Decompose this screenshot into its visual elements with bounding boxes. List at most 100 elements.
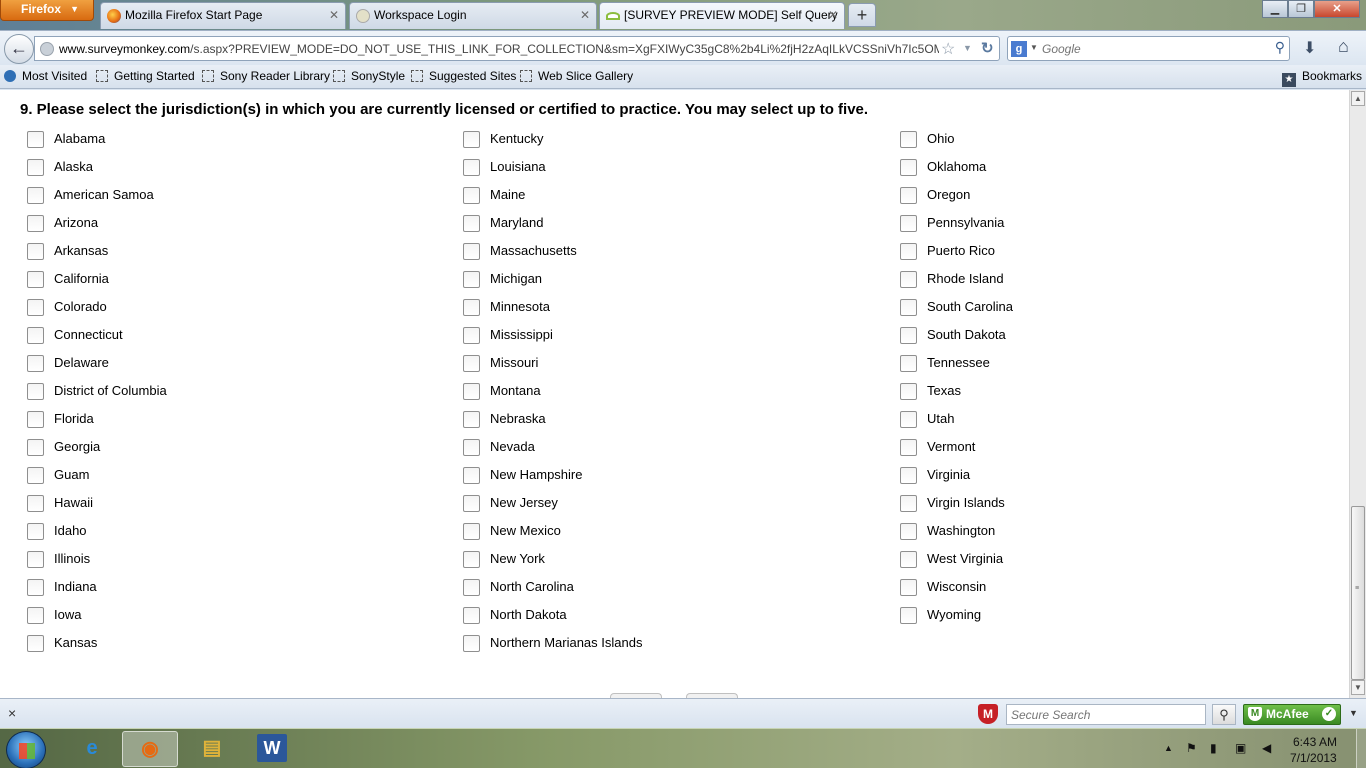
minimize-button[interactable]: ▁ bbox=[1262, 0, 1288, 18]
close-icon[interactable]: × bbox=[8, 705, 16, 721]
search-icon[interactable]: ⚲ bbox=[1212, 704, 1236, 725]
option-label[interactable]: New Mexico bbox=[490, 523, 561, 538]
option-label[interactable]: Hawaii bbox=[54, 495, 93, 510]
checkbox[interactable] bbox=[463, 467, 480, 484]
url-text[interactable]: www.surveymonkey.com/s.aspx?PREVIEW_MODE… bbox=[59, 42, 939, 56]
checkbox[interactable] bbox=[27, 159, 44, 176]
option-label[interactable]: Guam bbox=[54, 467, 89, 482]
tab-workspace-login[interactable]: Workspace Login ✕ bbox=[349, 2, 597, 29]
option-label[interactable]: New Hampshire bbox=[490, 467, 582, 482]
checkbox[interactable] bbox=[900, 131, 917, 148]
option-label[interactable]: Georgia bbox=[54, 439, 100, 454]
option-label[interactable]: Nevada bbox=[490, 439, 535, 454]
checkbox[interactable] bbox=[900, 159, 917, 176]
option-label[interactable]: Michigan bbox=[490, 271, 542, 286]
search-icon[interactable]: ⚲ bbox=[1275, 39, 1285, 56]
bookmark-web-slice-gallery[interactable]: Web Slice Gallery bbox=[520, 69, 633, 83]
checkbox[interactable] bbox=[900, 355, 917, 372]
option-label[interactable]: Louisiana bbox=[490, 159, 546, 174]
option-label[interactable]: Rhode Island bbox=[927, 271, 1004, 286]
restore-button[interactable]: ❐ bbox=[1288, 0, 1314, 18]
chevron-down-icon[interactable]: ▼ bbox=[1030, 43, 1038, 52]
checkbox[interactable] bbox=[463, 551, 480, 568]
option-label[interactable]: Arizona bbox=[54, 215, 98, 230]
checkbox[interactable] bbox=[27, 271, 44, 288]
action-center-flag-icon[interactable]: ⚑ bbox=[1186, 741, 1197, 755]
option-label[interactable]: Connecticut bbox=[54, 327, 123, 342]
option-label[interactable]: New Jersey bbox=[490, 495, 558, 510]
checkbox[interactable] bbox=[900, 467, 917, 484]
checkbox[interactable] bbox=[27, 187, 44, 204]
option-label[interactable]: Maryland bbox=[490, 215, 543, 230]
option-label[interactable]: Montana bbox=[490, 383, 541, 398]
option-label[interactable]: Pennsylvania bbox=[927, 215, 1004, 230]
option-label[interactable]: District of Columbia bbox=[54, 383, 167, 398]
checkbox[interactable] bbox=[27, 411, 44, 428]
option-label[interactable]: Massachusetts bbox=[490, 243, 577, 258]
close-tab-icon[interactable]: ✕ bbox=[329, 3, 339, 28]
bookmark-suggested-sites[interactable]: Suggested Sites bbox=[411, 69, 516, 83]
checkbox[interactable] bbox=[900, 495, 917, 512]
checkbox[interactable] bbox=[27, 607, 44, 624]
option-label[interactable]: Wyoming bbox=[927, 607, 981, 622]
download-icon[interactable]: ⬇ bbox=[1303, 38, 1316, 58]
checkbox[interactable] bbox=[27, 383, 44, 400]
checkbox[interactable] bbox=[463, 131, 480, 148]
tab-survey-preview[interactable]: [SURVEY PREVIEW MODE] Self Query ... ✕ bbox=[599, 2, 845, 47]
scroll-thumb[interactable]: ≡ bbox=[1351, 506, 1365, 680]
option-label[interactable]: Missouri bbox=[490, 355, 538, 370]
device-icon[interactable]: ▮ bbox=[1210, 741, 1217, 755]
bookmark-sonystyle[interactable]: SonyStyle bbox=[333, 69, 405, 83]
checkbox[interactable] bbox=[27, 523, 44, 540]
checkbox[interactable] bbox=[900, 299, 917, 316]
checkbox[interactable] bbox=[27, 635, 44, 652]
clock-date[interactable]: 7/1/2013 bbox=[1290, 751, 1337, 765]
checkbox[interactable] bbox=[463, 579, 480, 596]
bookmark-getting-started[interactable]: Getting Started bbox=[96, 69, 195, 83]
checkbox[interactable] bbox=[463, 383, 480, 400]
option-label[interactable]: California bbox=[54, 271, 109, 286]
vertical-scrollbar[interactable]: ▲ ≡ ▼ bbox=[1349, 90, 1366, 698]
show-desktop-button[interactable] bbox=[1356, 729, 1366, 768]
checkbox[interactable] bbox=[27, 327, 44, 344]
checkbox[interactable] bbox=[27, 131, 44, 148]
checkbox[interactable] bbox=[463, 243, 480, 260]
option-label[interactable]: South Dakota bbox=[927, 327, 1006, 342]
volume-icon[interactable]: ◀ bbox=[1262, 741, 1271, 755]
bookmark-most-visited[interactable]: Most Visited bbox=[4, 69, 87, 83]
checkbox[interactable] bbox=[463, 411, 480, 428]
option-label[interactable]: North Dakota bbox=[490, 607, 567, 622]
home-icon[interactable]: ⌂ bbox=[1338, 36, 1349, 57]
file-explorer-icon[interactable]: ▤ bbox=[184, 731, 240, 767]
option-label[interactable]: Washington bbox=[927, 523, 995, 538]
option-label[interactable]: Oregon bbox=[927, 187, 970, 202]
option-label[interactable]: Utah bbox=[927, 411, 954, 426]
site-identity-icon[interactable] bbox=[40, 42, 54, 56]
option-label[interactable]: Minnesota bbox=[490, 299, 550, 314]
window-close-button[interactable]: ✕ bbox=[1314, 0, 1360, 18]
option-label[interactable]: Virgin Islands bbox=[927, 495, 1005, 510]
option-label[interactable]: Oklahoma bbox=[927, 159, 986, 174]
checkbox[interactable] bbox=[900, 411, 917, 428]
tab-firefox-start[interactable]: Mozilla Firefox Start Page ✕ bbox=[100, 2, 346, 29]
bookmarks-menu-button[interactable]: ★ Bookmarks bbox=[1281, 69, 1362, 87]
checkbox[interactable] bbox=[463, 439, 480, 456]
option-label[interactable]: Alabama bbox=[54, 131, 105, 146]
option-label[interactable]: West Virginia bbox=[927, 551, 1003, 566]
clock-time[interactable]: 6:43 AM bbox=[1293, 735, 1337, 749]
checkbox[interactable] bbox=[900, 271, 917, 288]
option-label[interactable]: Iowa bbox=[54, 607, 81, 622]
checkbox[interactable] bbox=[463, 271, 480, 288]
new-tab-button[interactable]: + bbox=[848, 3, 876, 27]
close-tab-icon[interactable]: ✕ bbox=[580, 3, 590, 28]
checkbox[interactable] bbox=[900, 243, 917, 260]
option-label[interactable]: Alaska bbox=[54, 159, 93, 174]
checkbox[interactable] bbox=[27, 467, 44, 484]
option-label[interactable]: Florida bbox=[54, 411, 94, 426]
checkbox[interactable] bbox=[463, 299, 480, 316]
option-label[interactable]: South Carolina bbox=[927, 299, 1013, 314]
checkbox[interactable] bbox=[27, 243, 44, 260]
checkbox[interactable] bbox=[27, 355, 44, 372]
chevron-down-icon[interactable]: ▼ bbox=[1349, 708, 1358, 718]
option-label[interactable]: Kentucky bbox=[490, 131, 543, 146]
